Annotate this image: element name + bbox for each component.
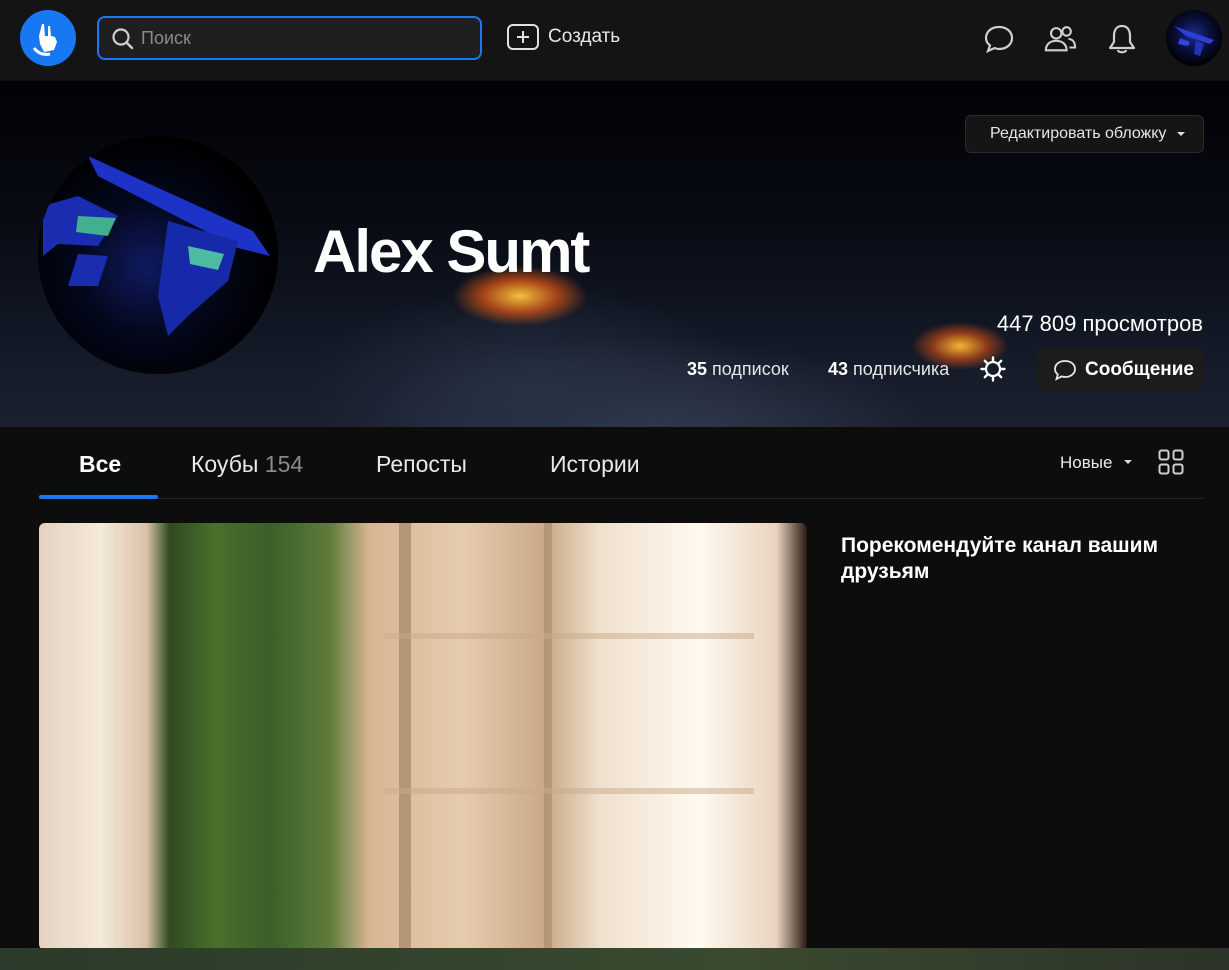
- create-button[interactable]: Создать: [506, 22, 620, 52]
- tab-all[interactable]: Все: [79, 451, 121, 478]
- tab-coubs-label: Коубы: [191, 451, 259, 477]
- user-avatar[interactable]: [1166, 10, 1222, 66]
- chat-icon: [1054, 359, 1076, 381]
- profile-cover: Редактировать обложку Alex Sumt 447 809 …: [0, 81, 1229, 427]
- coub-video-preview[interactable]: [39, 523, 807, 950]
- gear-icon[interactable]: [980, 356, 1006, 382]
- following-count: 35: [687, 359, 708, 379]
- chevron-down-icon: [1177, 132, 1185, 136]
- edit-cover-button[interactable]: Редактировать обложку: [965, 115, 1204, 153]
- recommend-channel-title: Порекомендуйте канал вашим друзьям: [841, 534, 1159, 583]
- edit-cover-label: Редактировать обложку: [990, 125, 1167, 142]
- followers-count: 43: [828, 359, 849, 379]
- search-box[interactable]: [97, 16, 482, 60]
- friends-icon[interactable]: [1043, 22, 1077, 56]
- bottom-strip: [0, 948, 1229, 970]
- sort-dropdown[interactable]: Новые: [1060, 453, 1112, 473]
- message-button[interactable]: Сообщение: [1037, 348, 1203, 391]
- grid-view-icon[interactable]: [1158, 449, 1184, 475]
- tab-coubs-count: 154: [264, 451, 304, 477]
- search-icon: [112, 28, 134, 50]
- active-tab-indicator: [39, 495, 158, 499]
- video-frame-detail: [384, 633, 754, 639]
- video-frame-detail: [384, 788, 754, 794]
- search-input[interactable]: [141, 26, 461, 50]
- profile-avatar: [38, 136, 278, 374]
- following-label: подписок: [712, 359, 789, 379]
- views-count: 447 809 просмотров: [996, 311, 1203, 336]
- chevron-down-icon[interactable]: [1124, 460, 1132, 464]
- followers-stat[interactable]: 43 подписчика: [828, 359, 949, 380]
- top-navigation-bar: Создать: [0, 0, 1229, 80]
- tab-coubs[interactable]: Коубы 154: [191, 451, 303, 478]
- message-label: Сообщение: [1085, 358, 1194, 380]
- profile-tabs: Все Коубы 154 Репосты Истории Новые: [39, 427, 1203, 499]
- tab-reposts[interactable]: Репосты: [376, 451, 467, 478]
- followers-label: подписчика: [853, 359, 950, 379]
- profile-name: Alex Sumt: [313, 218, 590, 285]
- following-stat[interactable]: 35 подписок: [687, 359, 789, 380]
- video-frame-detail: [399, 523, 411, 950]
- tab-stories[interactable]: Истории: [550, 451, 640, 478]
- video-frame-detail: [544, 523, 552, 950]
- chat-icon[interactable]: [982, 22, 1016, 56]
- create-label: Создать: [548, 26, 621, 47]
- coub-logo-icon[interactable]: [20, 10, 76, 66]
- bell-icon[interactable]: [1105, 22, 1139, 56]
- plus-square-icon: [507, 24, 539, 50]
